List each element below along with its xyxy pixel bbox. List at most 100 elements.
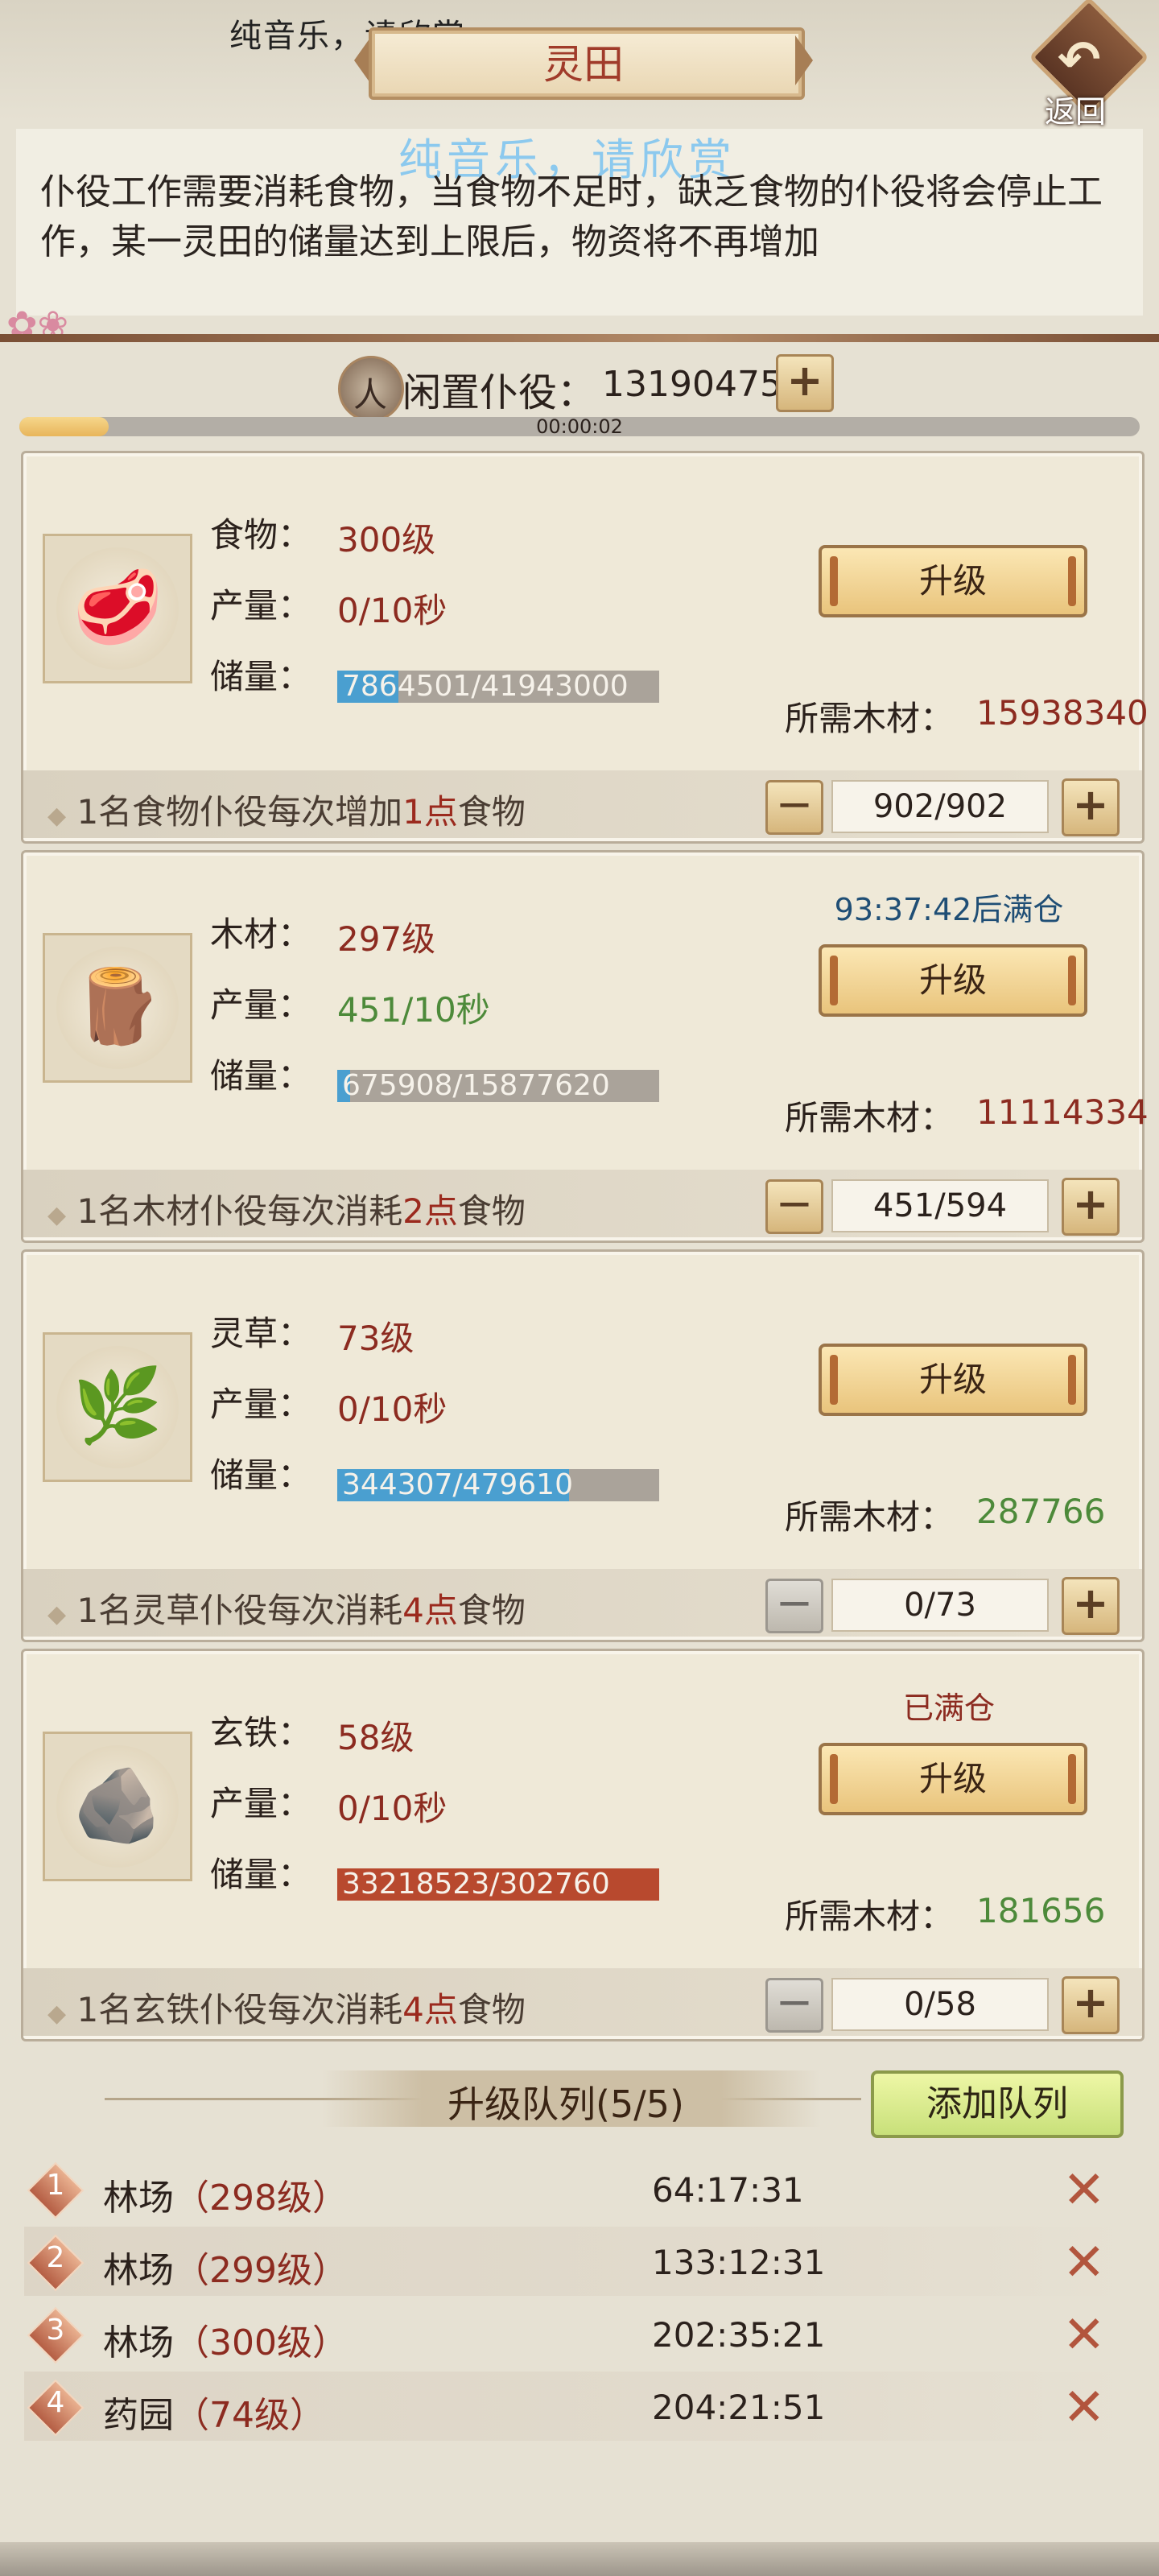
allocation-info: ◆ 1名食物仆役每次增加1点食物 bbox=[47, 792, 526, 832]
cancel-queue-button[interactable]: ✕ bbox=[1062, 2378, 1106, 2438]
resource-icon-frame: 🌿 bbox=[43, 1332, 192, 1482]
diamond-icon: ◆ bbox=[47, 2000, 67, 2028]
queue-item-time: 133:12:31 bbox=[652, 2243, 826, 2282]
plus-icon: + bbox=[1072, 1578, 1109, 1629]
resource-level: 58级 bbox=[337, 1718, 415, 1757]
plus-icon: + bbox=[1072, 1977, 1109, 2028]
close-icon: ✕ bbox=[1062, 2378, 1106, 2438]
storage-value: 33218523/302760 bbox=[342, 1868, 610, 1901]
resource-icon-frame: 🪵 bbox=[43, 933, 192, 1083]
storage-bar: 344307/479610 bbox=[337, 1469, 659, 1501]
storage-bar: 33218523/302760 bbox=[337, 1868, 659, 1901]
allocation-info: ◆ 1名灵草仆役每次消耗4点食物 bbox=[47, 1591, 526, 1630]
minus-icon: − bbox=[775, 1976, 814, 2029]
cost-label: 所需木材： bbox=[785, 1098, 955, 1137]
minus-icon: − bbox=[775, 778, 814, 831]
field-card-food: 🥩 食物： 300级 产量： 0/10秒 储量： 7864501/4194300… bbox=[21, 451, 1149, 844]
output-label: 产量： bbox=[210, 1385, 312, 1424]
cost-value: 15938340 bbox=[976, 693, 1149, 733]
close-icon: ✕ bbox=[1062, 2306, 1106, 2365]
plus-icon: + bbox=[1072, 1179, 1109, 1229]
diamond-icon: ◆ bbox=[47, 1201, 67, 1229]
output-label: 产量： bbox=[210, 586, 312, 625]
minus-icon: − bbox=[775, 1577, 814, 1629]
upgrade-button[interactable]: 升级 bbox=[819, 545, 1087, 617]
progress-timer: 00:00:02 bbox=[536, 415, 623, 438]
decrease-servants-button[interactable]: − bbox=[765, 1978, 823, 2033]
servant-count: 902/902 bbox=[831, 780, 1049, 833]
storage-bar: 675908/15877620 bbox=[337, 1070, 659, 1102]
storage-label: 储量： bbox=[210, 1455, 312, 1495]
divider bbox=[0, 334, 1159, 342]
output-label: 产量： bbox=[210, 1784, 312, 1823]
decrease-servants-button[interactable]: − bbox=[765, 1179, 823, 1234]
decrease-servants-button[interactable]: − bbox=[765, 780, 823, 835]
bottom-edge bbox=[0, 2542, 1159, 2576]
resource-icon-frame: 🪨 bbox=[43, 1732, 192, 1881]
close-icon: ✕ bbox=[1062, 2161, 1106, 2220]
resource-name: 玄铁： bbox=[210, 1713, 312, 1752]
upgrade-button[interactable]: 升级 bbox=[819, 1344, 1087, 1416]
herb-icon: 🌿 bbox=[72, 1364, 163, 1448]
increase-servants-button[interactable]: + bbox=[1062, 778, 1120, 836]
storage-bar: 7864501/41943000 bbox=[337, 671, 659, 703]
resource-name: 灵草： bbox=[210, 1314, 312, 1353]
progress-fill bbox=[19, 417, 109, 436]
resource-level: 73级 bbox=[337, 1319, 415, 1358]
allocation-info: ◆ 1名木材仆役每次消耗2点食物 bbox=[47, 1191, 526, 1231]
cancel-queue-button[interactable]: ✕ bbox=[1062, 2233, 1106, 2293]
output-value: 0/10秒 bbox=[337, 1389, 448, 1429]
increase-servants-button[interactable]: + bbox=[1062, 1178, 1120, 1236]
output-value: 0/10秒 bbox=[337, 1789, 448, 1828]
queue-number: 2 bbox=[46, 2241, 65, 2274]
queue-item-name: 药园（74级） bbox=[103, 2395, 325, 2436]
servant-allocation-row: ◆ 1名食物仆役每次增加1点食物 − 902/902 + bbox=[23, 770, 1142, 838]
servant-allocation-row: ◆ 1名玄铁仆役每次消耗4点食物 − 0/58 + bbox=[23, 1968, 1142, 2036]
decrease-servants-button[interactable]: − bbox=[765, 1579, 823, 1633]
page-title: 灵田 bbox=[543, 41, 624, 88]
resource-name: 木材： bbox=[210, 914, 312, 954]
storage-value: 675908/15877620 bbox=[342, 1070, 610, 1102]
queue-item-name: 林场（300级） bbox=[103, 2322, 348, 2363]
add-queue-button[interactable]: 添加队列 bbox=[871, 2070, 1124, 2138]
queue-item-time: 64:17:31 bbox=[652, 2170, 804, 2210]
resource-icon-frame: 🥩 bbox=[43, 534, 192, 683]
idle-servants-label: 闲置仆役： bbox=[402, 370, 596, 415]
plus-icon: + bbox=[786, 355, 823, 406]
return-arrow-icon: ↶ bbox=[1058, 31, 1101, 90]
queue-number: 1 bbox=[46, 2169, 65, 2202]
plus-icon: + bbox=[1072, 779, 1109, 830]
field-card-iron: 🪨 玄铁： 58级 产量： 0/10秒 储量： 33218523/302760 … bbox=[21, 1649, 1145, 2041]
cost-label: 所需木材： bbox=[785, 699, 955, 738]
servant-avatar-icon: 人 bbox=[338, 356, 404, 422]
queue-number: 4 bbox=[46, 2386, 65, 2419]
diamond-icon: ◆ bbox=[47, 1600, 67, 1629]
storage-value: 344307/479610 bbox=[342, 1469, 573, 1501]
resource-level: 297级 bbox=[337, 919, 436, 959]
allocation-info: ◆ 1名玄铁仆役每次消耗4点食物 bbox=[47, 1990, 526, 2029]
queue-item: 2 林场（299级） 133:12:31 ✕ bbox=[24, 2227, 1127, 2296]
increase-servants-button[interactable]: + bbox=[1062, 1976, 1120, 2034]
output-value: 0/10秒 bbox=[337, 591, 448, 630]
resource-name: 食物： bbox=[210, 515, 312, 555]
storage-label: 储量： bbox=[210, 1855, 312, 1894]
field-card-herb: 🌿 灵草： 73级 产量： 0/10秒 储量： 344307/479610 升级… bbox=[21, 1249, 1145, 1642]
queue-number: 3 bbox=[46, 2314, 65, 2347]
cost-label: 所需木材： bbox=[785, 1897, 955, 1936]
queue-item: 3 林场（300级） 202:35:21 ✕ bbox=[24, 2299, 1127, 2368]
back-button[interactable]: ↶ 返回 bbox=[1029, 0, 1149, 130]
upgrade-button[interactable]: 升级 bbox=[819, 944, 1087, 1017]
cancel-queue-button[interactable]: ✕ bbox=[1062, 2306, 1106, 2365]
output-label: 产量： bbox=[210, 985, 312, 1025]
upgrade-button[interactable]: 升级 bbox=[819, 1743, 1087, 1815]
cancel-queue-button[interactable]: ✕ bbox=[1062, 2161, 1106, 2220]
cost-value: 287766 bbox=[976, 1492, 1106, 1531]
iron-ore-icon: 🪨 bbox=[72, 1763, 163, 1847]
idle-servants-value: 13190475 bbox=[602, 364, 782, 405]
queue-item: 1 林场（298级） 64:17:31 ✕ bbox=[24, 2154, 1127, 2223]
add-servants-button[interactable]: + bbox=[776, 354, 834, 412]
increase-servants-button[interactable]: + bbox=[1062, 1577, 1120, 1635]
queue-item-name: 林场（299级） bbox=[103, 2250, 348, 2291]
description-text: 仆役工作需要消耗食物，当食物不足时，缺乏食物的仆役将会停止工作，某一灵田的储量达… bbox=[40, 171, 1103, 262]
storage-value: 7864501/41943000 bbox=[342, 671, 629, 703]
